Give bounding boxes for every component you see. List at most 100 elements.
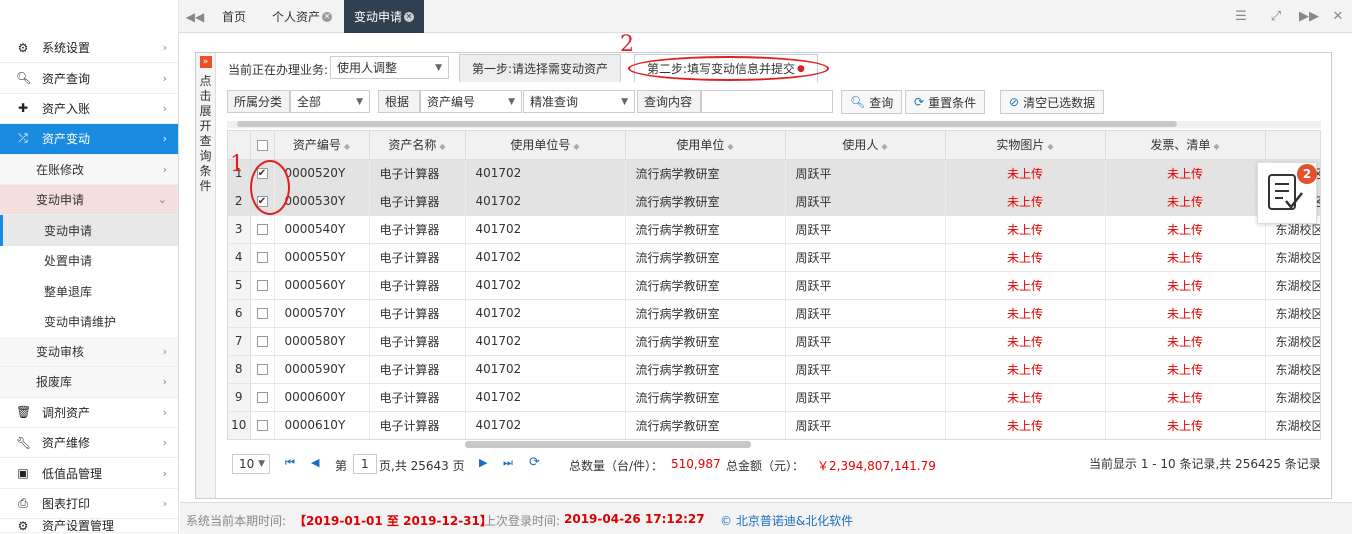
row-checkbox[interactable]	[250, 411, 275, 439]
sidebar-item-asset-query[interactable]: 🔍︎ 资产查询 ›	[0, 63, 178, 94]
clear-selected-button[interactable]: ⊘ 清空已选数据	[1000, 90, 1105, 114]
row-checkbox[interactable]	[250, 327, 275, 356]
invoice-status-cell[interactable]: 未上传	[1105, 327, 1266, 356]
photo-status-cell[interactable]: 未上传	[945, 159, 1106, 188]
row-checkbox[interactable]	[250, 271, 275, 300]
sidebar-item-label: 资产维修	[42, 436, 91, 451]
photo-status-cell[interactable]: 未上传	[945, 411, 1106, 439]
column-header[interactable]: 使用单位号 ◆	[465, 131, 626, 160]
sidebar-sub-scrap-library[interactable]: 报废库 ›	[0, 367, 178, 398]
sidebar-sub2-return-all[interactable]: 整单退库	[0, 276, 178, 307]
reset-button[interactable]: ⟳ 重置条件	[905, 90, 986, 114]
photo-status-cell[interactable]: 未上传	[945, 327, 1106, 356]
table-row[interactable]: 5 0000560Y 电子计算器 401702 流行病学教研室 周跃平 未上传 未上传 东湖校区	[228, 271, 1320, 300]
page-number-input[interactable]: 1	[353, 454, 377, 474]
tab-personal-assets[interactable]: 个人资产 ✕	[262, 0, 342, 33]
table-row[interactable]: 7 0000580Y 电子计算器 401702 流行病学教研室 周跃平 未上传 未上传 东湖校区	[228, 327, 1320, 356]
column-header[interactable]: 使用人 ◆	[785, 131, 946, 160]
sidebar-sub2-change-request[interactable]: 变动申请	[0, 215, 178, 246]
sidebar-item-asset-repair[interactable]: 🔧︎ 资产维修 ›	[0, 428, 178, 459]
invoice-status-cell[interactable]: 未上传	[1105, 411, 1266, 439]
category-select[interactable]: 全部 ▼	[290, 90, 370, 113]
business-select[interactable]: 使用人调整 ▼	[330, 56, 449, 79]
invoice-status-cell[interactable]: 未上传	[1105, 243, 1266, 272]
invoice-status-cell[interactable]: 未上传	[1105, 187, 1266, 216]
fullscreen-icon[interactable]: ⤢	[1261, 0, 1291, 33]
photo-status-cell[interactable]: 未上传	[945, 243, 1106, 272]
photo-status-cell[interactable]: 未上传	[945, 355, 1106, 384]
sidebar-item-transfer-assets[interactable]: 🗑︎ 调剂资产 ›	[0, 398, 178, 429]
row-checkbox[interactable]	[250, 215, 275, 244]
table-row[interactable]: 3 0000540Y 电子计算器 401702 流行病学教研室 周跃平 未上传 未上传 东湖校区	[228, 215, 1320, 244]
table-row[interactable]: 1✔0000520Y电子计算器401702流行病学教研室周跃平未上传未上传东湖校…	[228, 159, 1320, 188]
invoice-status-cell[interactable]: 未上传	[1105, 355, 1266, 384]
column-header[interactable]: 使用单位 ◆	[625, 131, 786, 160]
sidebar-item-chart-print[interactable]: ⎙ 图表打印 ›	[0, 489, 178, 520]
field-select[interactable]: 资产编号 ▼	[420, 90, 522, 113]
column-header[interactable]: 资产名称 ◆	[369, 131, 466, 160]
photo-status-cell[interactable]: 未上传	[945, 271, 1106, 300]
sidebar-sub-account-edit[interactable]: 在账修改 ›	[0, 154, 178, 185]
query-input[interactable]	[701, 90, 833, 113]
invoice-status-cell[interactable]: 未上传	[1105, 383, 1266, 412]
table-row[interactable]: 2✔0000530Y电子计算器401702流行病学教研室周跃平未上传未上传东湖校…	[228, 187, 1320, 216]
row-checkbox[interactable]	[250, 383, 275, 412]
match-select[interactable]: 精准查询 ▼	[523, 90, 635, 113]
photo-status-cell[interactable]: 未上传	[945, 187, 1106, 216]
tab-change-request[interactable]: 变动申请 ✕	[344, 0, 425, 33]
row-checkbox[interactable]	[250, 243, 275, 272]
prev-page-icon[interactable]: ◀	[311, 456, 319, 469]
next-page-icon[interactable]: ▶	[479, 456, 487, 469]
search-button[interactable]: 🔍︎ 查询	[841, 90, 903, 114]
row-checkbox[interactable]	[250, 299, 275, 328]
invoice-status-cell[interactable]: 未上传	[1105, 159, 1266, 188]
horizontal-scrollbar-top[interactable]	[227, 121, 1321, 128]
page-size-select[interactable]: 10 ▼	[232, 454, 270, 474]
user-cell: 周跃平	[785, 159, 946, 188]
photo-status-cell[interactable]: 未上传	[945, 215, 1106, 244]
table-row[interactable]: 9 0000600Y 电子计算器 401702 流行病学教研室 周跃平 未上传 未上传 东湖校区	[228, 383, 1320, 412]
sidebar-item-label: 低值品管理	[42, 466, 103, 481]
column-header[interactable]: 发票、清单 ◆	[1105, 131, 1266, 160]
menu-icon[interactable]: ☰	[1226, 0, 1256, 33]
footer: 系统当前本期时间: 【2019-01-01 至 2019-12-31】 上次登录…	[180, 502, 1352, 534]
sidebar-item-asset-settings[interactable]: ⚙ 资产设置管理	[0, 519, 178, 534]
table-row[interactable]: 8 0000590Y 电子计算器 401702 流行病学教研室 周跃平 未上传 未上传 东湖校区	[228, 355, 1320, 384]
first-page-icon[interactable]: ⏮	[285, 456, 295, 470]
column-header[interactable]: 存	[1265, 131, 1320, 160]
sidebar-item-asset-entry[interactable]: ✚ 资产入账 ›	[0, 94, 178, 125]
horizontal-scrollbar-bottom[interactable]	[465, 441, 751, 448]
refresh-icon[interactable]: ⟳	[529, 455, 540, 470]
match-select-value: 精准查询	[530, 95, 579, 109]
table-row[interactable]: 10 0000610Y 电子计算器 401702 流行病学教研室 周跃平 未上传 未上传 东湖校…	[228, 411, 1320, 439]
invoice-status-cell[interactable]: 未上传	[1105, 215, 1266, 244]
sidebar-sub-change-review[interactable]: 变动审核 ›	[0, 336, 178, 368]
row-checkbox[interactable]	[250, 355, 275, 384]
column-header[interactable]: 实物图片 ◆	[945, 131, 1106, 160]
sidebar-item-low-value[interactable]: ▣ 低值品管理 ›	[0, 458, 178, 489]
close-all-icon[interactable]: ✕	[1323, 0, 1352, 33]
user-cell: 周跃平	[785, 299, 946, 328]
last-page-icon[interactable]: ⏭	[503, 456, 513, 470]
photo-status-cell[interactable]: 未上传	[945, 383, 1106, 412]
sidebar-item-system-settings[interactable]: ⚙ 系统设置 ›	[0, 33, 178, 64]
photo-status-cell[interactable]: 未上传	[945, 299, 1106, 328]
close-icon[interactable]: ✕	[322, 11, 333, 22]
select-all-checkbox[interactable]	[250, 131, 275, 160]
invoice-status-cell[interactable]: 未上传	[1105, 299, 1266, 328]
sidebar-sub2-change-maintenance[interactable]: 变动申请维护	[0, 306, 178, 337]
tab-home[interactable]: 首页	[212, 0, 256, 33]
invoice-status-cell[interactable]: 未上传	[1105, 271, 1266, 300]
sidebar-item-asset-change[interactable]: ⤮ 资产变动 ›	[0, 124, 178, 155]
sidebar-sub-change-request[interactable]: 变动申请 ⌄	[0, 184, 178, 216]
toggle-query-panel[interactable]: » 点击展开查询条件	[196, 53, 216, 498]
column-header[interactable]: 资产编号 ◆	[274, 131, 370, 160]
table-row[interactable]: 4 0000550Y 电子计算器 401702 流行病学教研室 周跃平 未上传 未上传 东湖校区	[228, 243, 1320, 272]
tabs-scroll-left-icon[interactable]: ◀◀	[181, 0, 209, 33]
close-icon[interactable]: ✕	[404, 11, 415, 22]
location-cell: 东湖校区	[1265, 327, 1320, 356]
table-row[interactable]: 6 0000570Y 电子计算器 401702 流行病学教研室 周跃平 未上传 未上传 东湖校区	[228, 299, 1320, 328]
sidebar-sub2-disposal-request[interactable]: 处置申请	[0, 245, 178, 277]
tabs-scroll-right-icon[interactable]: ▶▶	[1294, 0, 1324, 33]
tab-step-one[interactable]: 第一步:请选择需变动资产	[459, 54, 622, 82]
